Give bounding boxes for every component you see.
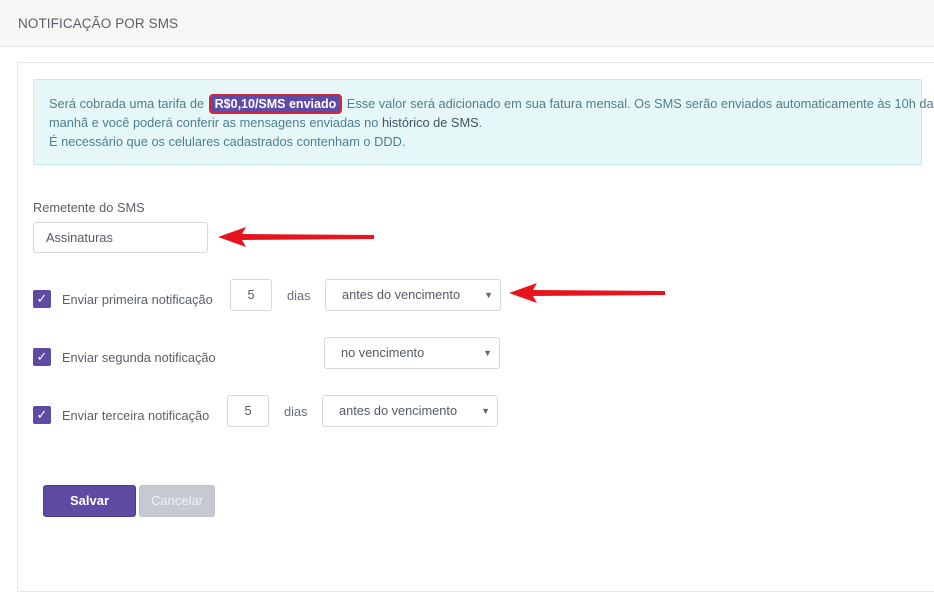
third-notification-when-select[interactable]: antes do vencimento ▼ bbox=[322, 395, 498, 427]
select-value: antes do vencimento bbox=[342, 287, 461, 302]
info-line-3: É necessário que os celulares cadastrado… bbox=[49, 133, 406, 149]
third-notification-days-input[interactable]: 5 bbox=[227, 395, 269, 427]
second-notification-checkbox[interactable]: ✓ bbox=[33, 348, 51, 366]
caret-down-icon: ▼ bbox=[484, 290, 493, 300]
info-line-2: manhã e você poderá conferir as mensagen… bbox=[49, 114, 921, 133]
check-icon: ✓ bbox=[36, 291, 48, 306]
page-header: NOTIFICAÇÃO POR SMS bbox=[0, 0, 934, 47]
info-alert: Será cobrada uma tarifa de R$0,10/SMS en… bbox=[33, 79, 934, 165]
first-notification-days-input[interactable]: 5 bbox=[230, 279, 272, 311]
first-notification-when-select[interactable]: antes do vencimento ▼ bbox=[325, 279, 501, 311]
sender-input[interactable] bbox=[33, 222, 208, 253]
second-notification-when-select[interactable]: no vencimento ▼ bbox=[324, 337, 500, 369]
check-icon: ✓ bbox=[36, 349, 48, 364]
check-icon: ✓ bbox=[36, 407, 48, 422]
sms-history-link[interactable]: histórico de SMS bbox=[382, 115, 479, 130]
info-text: . bbox=[478, 115, 483, 130]
red-arrow-icon bbox=[509, 283, 665, 303]
save-button[interactable]: Salvar bbox=[43, 485, 136, 517]
third-notification-checkbox[interactable]: ✓ bbox=[33, 406, 51, 424]
select-value: no vencimento bbox=[341, 345, 425, 360]
third-notification-days-unit: dias bbox=[284, 404, 308, 419]
info-text: Será cobrada uma tarifa de bbox=[49, 96, 205, 111]
caret-down-icon: ▼ bbox=[481, 406, 490, 416]
red-arrow-icon bbox=[218, 227, 374, 247]
second-notification-label: Enviar segunda notificação bbox=[62, 350, 216, 365]
price-highlight: R$0,10/SMS enviado bbox=[208, 94, 343, 114]
select-value: antes do vencimento bbox=[339, 403, 458, 418]
third-notification-label: Enviar terceira notificação bbox=[62, 408, 210, 423]
info-text: Esse valor será adicionado em sua fatura… bbox=[346, 96, 934, 111]
info-text: manhã e você poderá conferir as mensagen… bbox=[49, 115, 379, 130]
cancel-button[interactable]: Cancelar bbox=[139, 485, 215, 517]
caret-down-icon: ▼ bbox=[483, 348, 492, 358]
page-title: NOTIFICAÇÃO POR SMS bbox=[18, 16, 179, 31]
info-line-1: Será cobrada uma tarifa de R$0,10/SMS en… bbox=[49, 94, 934, 114]
sender-label: Remetente do SMS bbox=[33, 200, 145, 215]
first-notification-checkbox[interactable]: ✓ bbox=[33, 290, 51, 308]
first-notification-days-unit: dias bbox=[287, 288, 311, 303]
first-notification-label: Enviar primeira notificação bbox=[62, 292, 213, 307]
